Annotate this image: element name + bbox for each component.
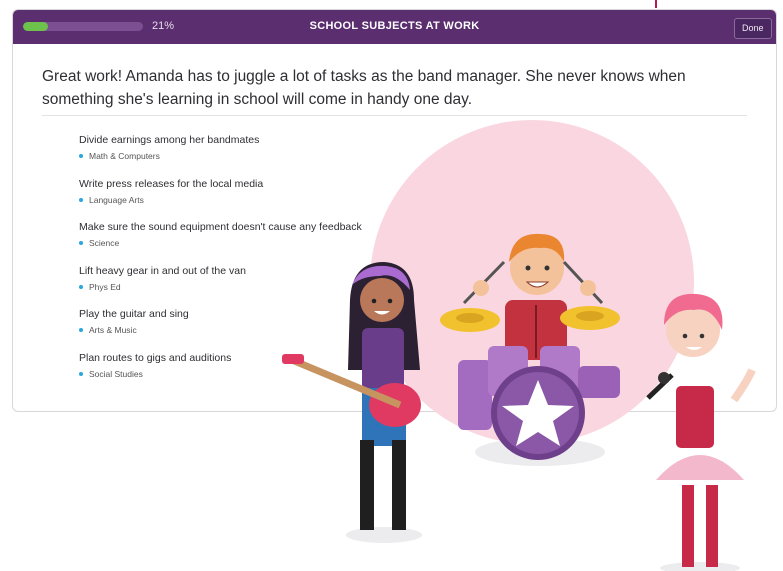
- subject-label: Arts & Music: [89, 325, 137, 335]
- guitarist-icon: [282, 262, 422, 543]
- subject-label: Phys Ed: [89, 281, 121, 292]
- bullet-icon: [79, 197, 83, 202]
- subject-label: Math & Computers: [89, 151, 160, 161]
- divider: [42, 115, 747, 116]
- subject-label: Language Arts: [89, 194, 144, 205]
- intro-text: Great work! Amanda has to juggle a lot o…: [42, 68, 686, 108]
- bullet-icon: [79, 284, 83, 289]
- header-bar: 21% SCHOOL SUBJECTS AT WORK Done: [13, 10, 776, 44]
- top-accent-line: [655, 0, 657, 8]
- bullet-icon: [79, 371, 83, 376]
- bullet-icon: [79, 241, 83, 245]
- bullet-icon: [79, 328, 83, 332]
- done-button[interactable]: Done: [734, 18, 772, 39]
- page-title: SCHOOL SUBJECTS AT WORK: [309, 20, 480, 32]
- band-illustration: [282, 120, 756, 571]
- subject-label: Social Studies: [89, 368, 143, 379]
- subject-label: Science: [89, 238, 120, 248]
- bullet-icon: [79, 154, 83, 158]
